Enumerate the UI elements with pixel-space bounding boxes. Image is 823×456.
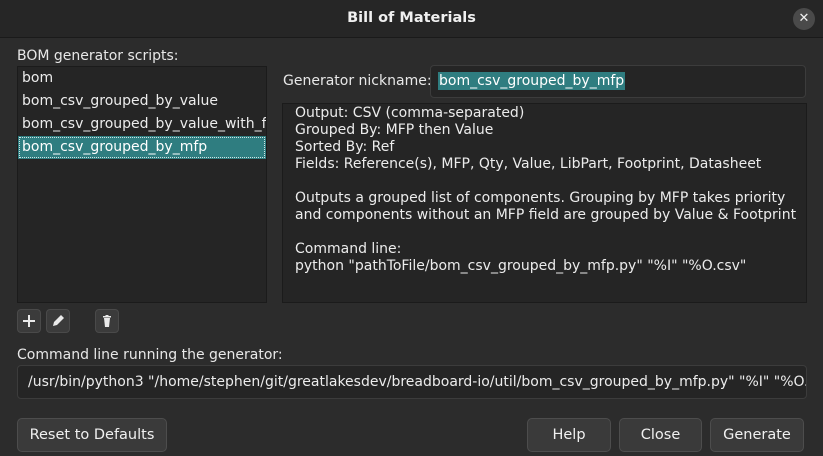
list-item-selected[interactable]: bom_csv_grouped_by_mfp <box>18 136 266 159</box>
list-item[interactable]: bom <box>18 67 266 90</box>
description-line <box>295 224 794 241</box>
description-line: Output: CSV (comma-separated) <box>295 105 525 121</box>
add-icon[interactable] <box>17 309 41 333</box>
list-item[interactable]: bom_csv_grouped_by_value <box>18 90 266 113</box>
description-line: and components without an MFP field are … <box>295 207 797 223</box>
generator-list[interactable]: bom bom_csv_grouped_by_value bom_csv_gro… <box>17 66 267 303</box>
pencil-icon[interactable] <box>46 309 70 333</box>
command-label: Command line running the generator: <box>17 347 283 363</box>
nickname-label: Generator nickname: <box>283 73 432 89</box>
description-line: Grouped By: MFP then Value <box>295 122 494 138</box>
close-button[interactable]: Close <box>619 418 702 452</box>
description-line: Fields: Reference(s), MFP, Qty, Value, L… <box>295 156 762 172</box>
generators-label: BOM generator scripts: <box>17 48 179 64</box>
description-line: Outputs a grouped list of components. Gr… <box>295 190 786 206</box>
description-line <box>295 173 794 190</box>
description-line: python "pathToFile/bom_csv_grouped_by_mf… <box>295 258 747 274</box>
list-item[interactable]: bom_csv_grouped_by_value_with_fp <box>18 113 266 136</box>
reset-button[interactable]: Reset to Defaults <box>17 418 167 452</box>
description-line: Command line: <box>295 241 402 257</box>
nickname-value: bom_csv_grouped_by_mfp <box>438 72 626 90</box>
description-box[interactable]: Output: CSV (comma-separated) Grouped By… <box>282 103 807 303</box>
trash-icon[interactable] <box>95 309 119 333</box>
description-line: Sorted By: Ref <box>295 139 395 155</box>
command-input[interactable]: /usr/bin/python3 "/home/stephen/git/grea… <box>17 365 807 399</box>
title-bar: Bill of Materials ✕ <box>0 0 823 38</box>
close-icon[interactable]: ✕ <box>793 8 815 30</box>
generate-button[interactable]: Generate <box>710 418 804 452</box>
help-button[interactable]: Help <box>527 418 611 452</box>
dialog-title: Bill of Materials <box>347 10 476 26</box>
nickname-input[interactable]: bom_csv_grouped_by_mfp <box>430 65 806 98</box>
